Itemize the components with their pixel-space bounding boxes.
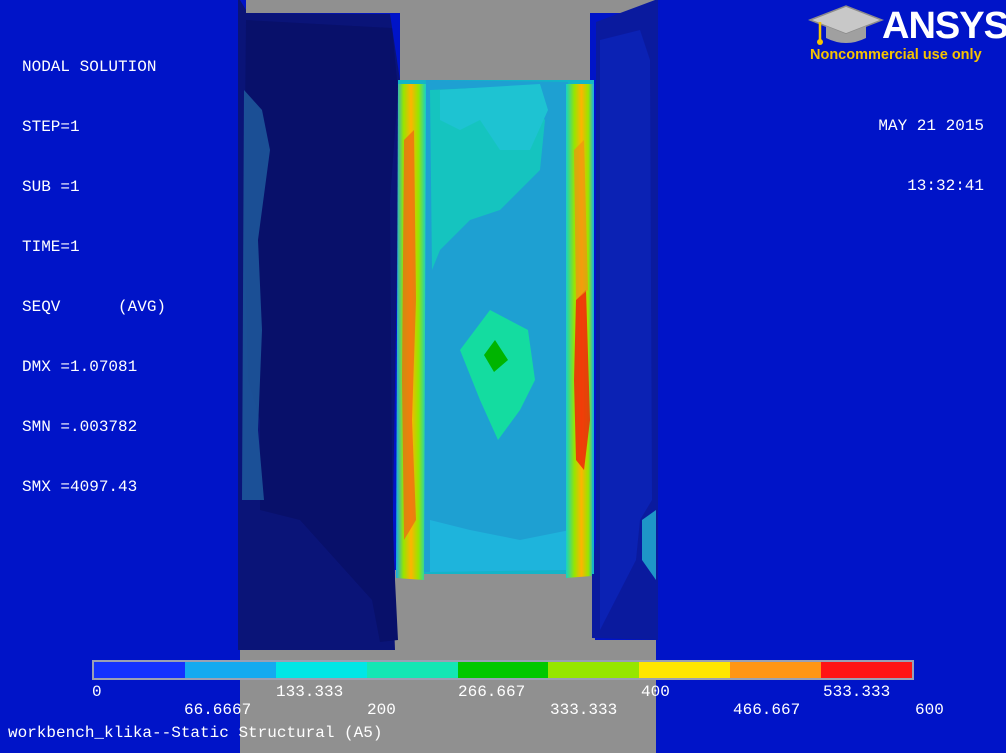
logo-subtitle: Noncommercial use only	[810, 47, 982, 63]
legend-tick: 66.6667	[184, 701, 252, 719]
legend-tick: 400	[641, 683, 670, 701]
graduation-cap-icon	[808, 5, 884, 45]
info-line-smn: SMN =.003782	[22, 418, 138, 436]
legend-color-segment	[821, 662, 913, 678]
legend-color-segment	[94, 662, 185, 678]
model-label: workbench_klika--Static Structural (A5)	[8, 724, 383, 742]
info-line-step: STEP=1	[22, 118, 80, 136]
legend-color-segment	[548, 662, 640, 678]
legend-color-segment	[730, 662, 822, 678]
left-edge-peak	[402, 130, 416, 540]
ansys-logo: ANSYS Noncommercial use only	[808, 2, 1006, 66]
legend-tick: 266.667	[458, 683, 526, 701]
info-line-sub: SUB =1	[22, 178, 80, 196]
timestamp-date: MAY 21 2015	[878, 117, 984, 135]
info-line-dmx: DMX =1.07081	[22, 358, 138, 376]
legend-tick: 533.333	[823, 683, 891, 701]
timestamp: MAY 21 2015 13:32:41	[878, 76, 984, 236]
graphics-viewport[interactable]: NODAL SOLUTION STEP=1 SUB =1 TIME=1 SEQV…	[0, 0, 1006, 753]
legend-color-segment	[184, 662, 276, 678]
legend-tick: 200	[367, 701, 396, 719]
legend-tick: 466.667	[733, 701, 801, 719]
gray-pin-neck-top	[400, 10, 590, 82]
timestamp-time: 13:32:41	[907, 177, 984, 195]
legend-tick: 333.333	[550, 701, 618, 719]
legend-color-bar	[92, 660, 914, 680]
legend-color-segment	[457, 662, 549, 678]
info-line-smx: SMX =4097.43	[22, 478, 138, 496]
solution-title: NODAL SOLUTION	[22, 58, 157, 76]
legend-color-segment	[275, 662, 367, 678]
logo-wordmark: ANSYS	[882, 5, 1006, 47]
solution-info: NODAL SOLUTION STEP=1 SUB =1 TIME=1 SEQV…	[22, 17, 166, 537]
legend-tick: 600	[915, 701, 944, 719]
legend-color-segment	[366, 662, 458, 678]
gray-pin-neck-bottom	[395, 570, 595, 650]
legend-tick: 133.333	[276, 683, 344, 701]
info-line-seqv: SEQV (AVG)	[22, 298, 167, 316]
info-line-time: TIME=1	[22, 238, 80, 256]
legend-color-segment	[639, 662, 731, 678]
legend-tick: 0	[92, 683, 102, 701]
